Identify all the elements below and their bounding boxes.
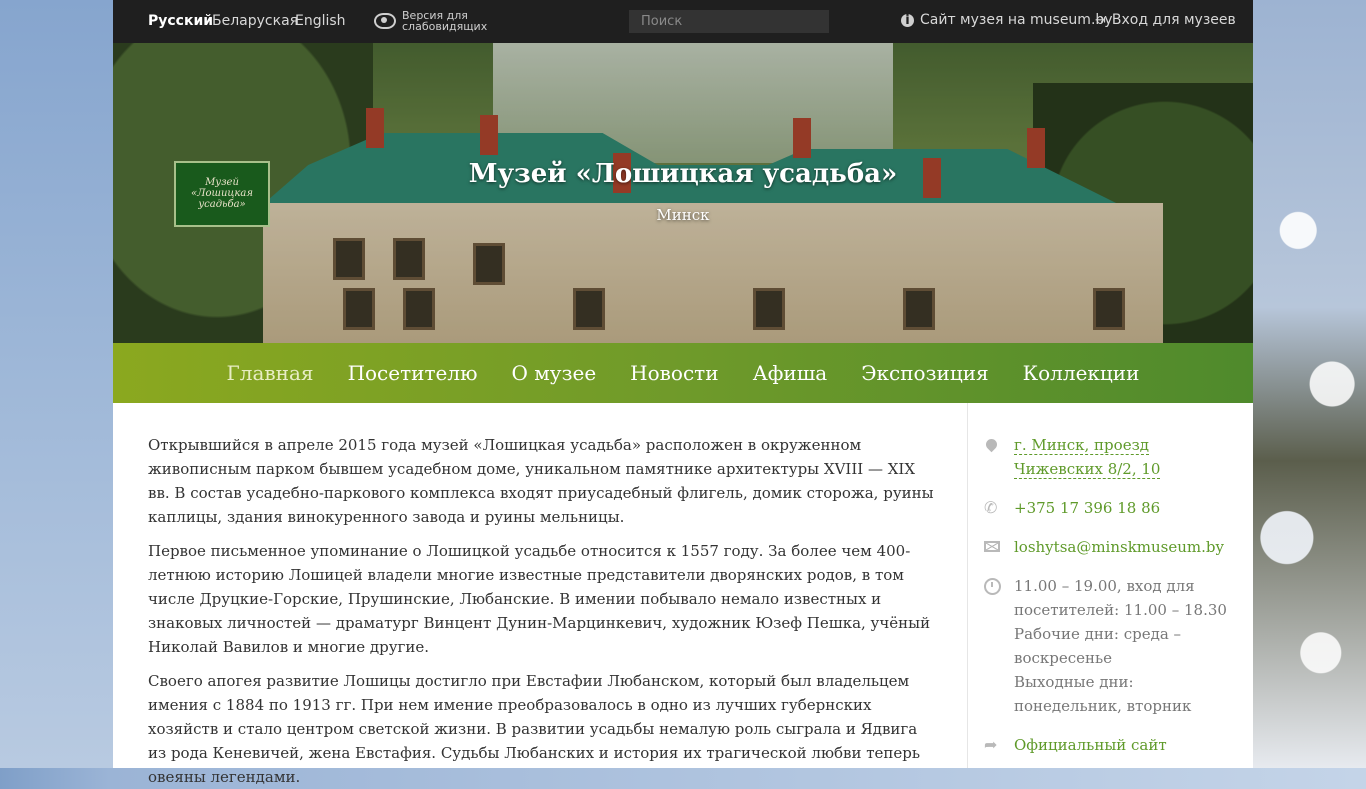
nav-collections[interactable]: Коллекции: [1023, 361, 1140, 385]
hero-shade: [113, 43, 1253, 343]
location-icon-wrap: [983, 433, 1014, 481]
nav-home[interactable]: Главная: [227, 361, 314, 385]
login-link[interactable]: ⇥ Вход для музеев: [1095, 12, 1236, 28]
address-link[interactable]: г. Минск, проезд Чижевских 8/2, 10: [1014, 436, 1161, 479]
workdays-text: Рабочие дни: среда – воскресенье: [1014, 625, 1182, 667]
museum-site-link[interactable]: i Сайт музея на museum.by: [901, 12, 1113, 28]
email-link[interactable]: loshytsa@minskmuseum.by: [1014, 538, 1224, 556]
main-text: Открывшийся в апреле 2015 года музей «Ло…: [113, 403, 967, 786]
nav-exposition[interactable]: Экспозиция: [861, 361, 988, 385]
background-right: [1253, 0, 1366, 768]
museum-site-label: Сайт музея на museum.by: [920, 12, 1113, 28]
login-label: Вход для музеев: [1111, 12, 1236, 28]
lang-english[interactable]: English: [295, 13, 346, 29]
envelope-icon: [984, 541, 1000, 552]
phone-icon: ✆: [984, 498, 998, 517]
hours-row: 11.00 – 19.00, вход для посетителей: 11.…: [984, 574, 1237, 718]
days-off-text: Выходные дни: понедельник, вторник: [1014, 673, 1192, 715]
lang-russian[interactable]: Русский: [148, 13, 213, 29]
search-input[interactable]: [629, 10, 829, 33]
clock-icon: [984, 578, 1001, 595]
phone-link[interactable]: +375 17 396 18 86: [1014, 499, 1160, 517]
phone-row: ✆ +375 17 396 18 86: [984, 496, 1237, 520]
page-title: Музей «Лошицкая усадьба»: [468, 159, 898, 189]
paragraph: Открывшийся в апреле 2015 года музей «Ло…: [148, 436, 934, 526]
clock-icon-wrap: [984, 574, 1014, 718]
location-pin-icon: [983, 436, 1000, 453]
main-nav: Главная Посетителю О музее Новости Афиша…: [113, 343, 1253, 403]
hours-text: 11.00 – 19.00, вход для посетителей: 11.…: [1014, 577, 1227, 619]
login-icon: ⇥: [1095, 12, 1106, 28]
paragraph: Первое письменное упоминание о Лошицкой …: [148, 542, 931, 656]
official-site-link[interactable]: Официальный сайт: [1014, 736, 1167, 754]
lang-belarusian[interactable]: Беларуская: [212, 13, 298, 29]
email-row: loshytsa@minskmuseum.by: [984, 535, 1237, 559]
nav-about[interactable]: О музее: [512, 361, 597, 385]
email-icon-wrap: [984, 535, 1014, 559]
top-bar: Русский Беларуская English Версия для сл…: [113, 0, 1253, 43]
nav-events[interactable]: Афиша: [753, 361, 828, 385]
low-vision-toggle[interactable]: Версия для слабовидящих: [374, 9, 488, 33]
nav-news[interactable]: Новости: [630, 361, 718, 385]
nav-visitors[interactable]: Посетителю: [348, 361, 478, 385]
paragraph: Своего апогея развитие Лошицы достигло п…: [148, 672, 921, 786]
eye-icon: [374, 13, 396, 29]
sidebar: г. Минск, проезд Чижевских 8/2, 10 ✆ +37…: [967, 403, 1253, 768]
official-site-row: ➦ Официальный сайт: [984, 733, 1237, 757]
info-icon: i: [901, 13, 914, 27]
content: Открывшийся в апреле 2015 года музей «Ло…: [113, 403, 1253, 786]
hero-banner: Музей «Лошицкая усадьба» Музей «Лошицкая…: [113, 43, 1253, 343]
share-arrow-icon: ➦: [984, 735, 998, 754]
page: Русский Беларуская English Версия для сл…: [113, 0, 1253, 786]
low-vision-label: Версия для слабовидящих: [402, 9, 488, 33]
address-row: г. Минск, проезд Чижевских 8/2, 10: [983, 433, 1237, 481]
page-subtitle: Минск: [656, 206, 710, 224]
background-left: [0, 0, 113, 768]
